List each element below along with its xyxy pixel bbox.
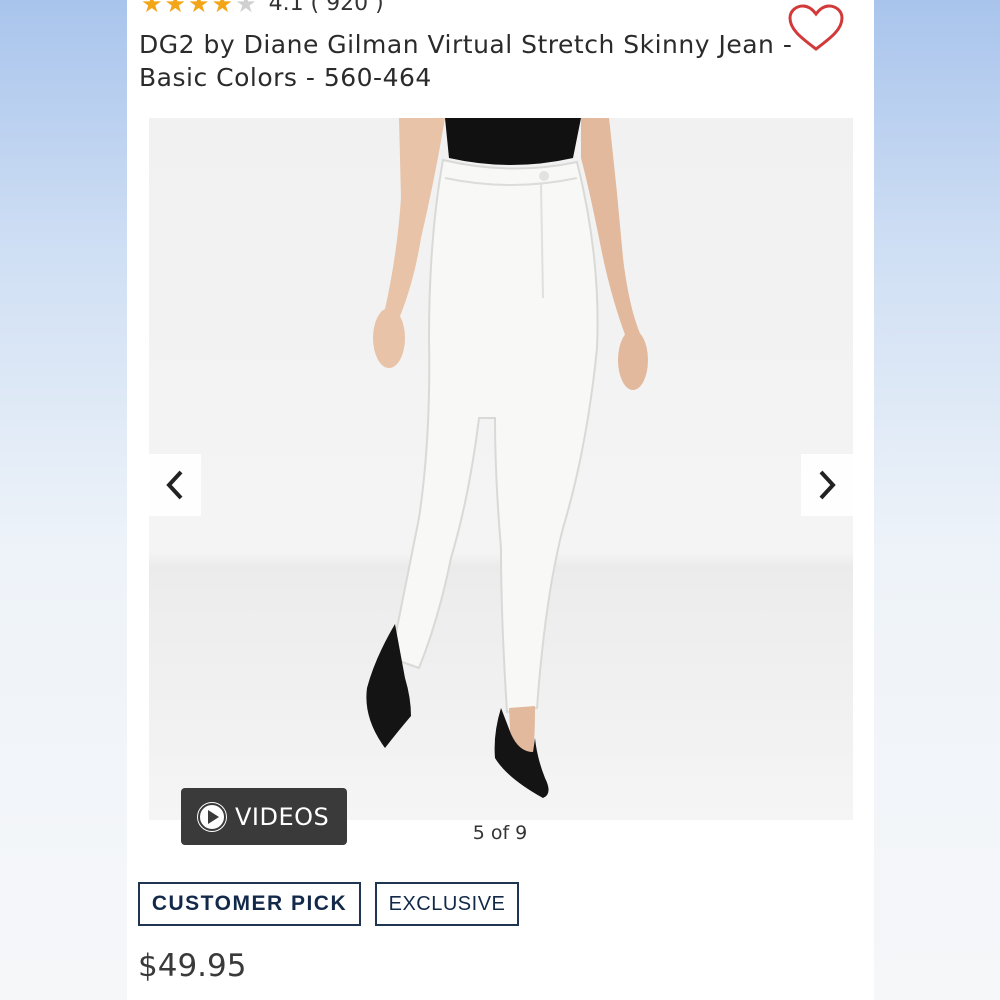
videos-button[interactable]: VIDEOS <box>181 788 347 845</box>
prev-image-button[interactable] <box>149 454 201 516</box>
image-counter: 5 of 9 <box>472 822 528 844</box>
star-full-icon: ★ <box>211 0 234 18</box>
play-icon <box>197 801 227 832</box>
product-photo <box>366 118 648 798</box>
product-image[interactable] <box>149 118 853 820</box>
star-empty-icon: ★ <box>235 0 257 18</box>
product-title: DG2 by Diane Gilman Virtual Stretch Skin… <box>139 30 793 92</box>
star-full-icon: ★ <box>141 0 163 18</box>
background-right <box>874 0 1000 1000</box>
star-full-icon: ★ <box>164 0 187 18</box>
star-full-icon: ★ <box>188 0 210 18</box>
chevron-left-icon <box>166 470 183 500</box>
background-left <box>0 0 127 1000</box>
star-rating: ★ ★ ★ ★ ★ <box>141 0 257 16</box>
customer-pick-badge[interactable]: CUSTOMER PICK <box>138 882 361 926</box>
next-image-button[interactable] <box>801 454 853 516</box>
exclusive-badge[interactable]: EXCLUSIVE <box>375 882 519 926</box>
price: $49.95 <box>138 948 247 984</box>
rating-count: 4.1 ( 920 ) <box>268 0 384 16</box>
product-card: ★ ★ ★ ★ ★ 4.1 ( 920 ) DG2 by Diane Gilma… <box>127 0 874 1000</box>
videos-label: VIDEOS <box>235 802 330 831</box>
chevron-right-icon <box>819 470 836 500</box>
rating-row[interactable]: ★ ★ ★ ★ ★ 4.1 ( 920 ) <box>141 0 384 16</box>
